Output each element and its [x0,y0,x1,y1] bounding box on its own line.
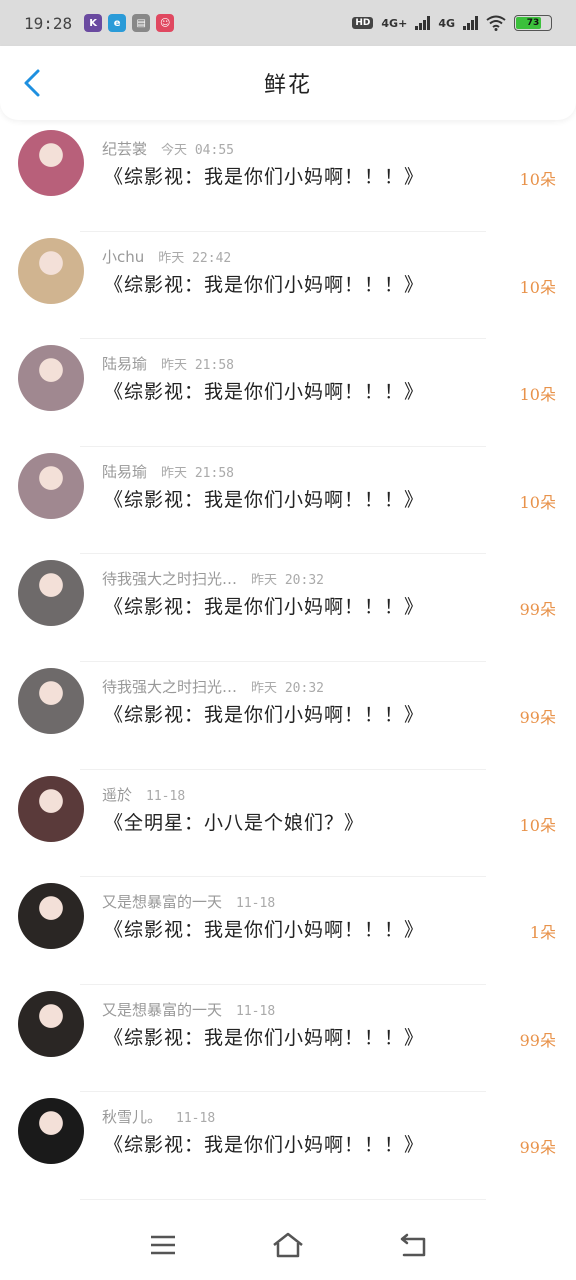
timestamp: 昨天 20:32 [251,680,324,696]
status-time: 19:28 [24,13,73,33]
user-name[interactable]: 小chu [102,248,144,266]
avatar[interactable] [18,237,84,304]
timestamp: 11-18 [236,896,276,912]
list-item[interactable]: 小chu 昨天 22:42 《综影视：我是你们小妈啊！！！》 10朵 [0,232,576,340]
user-name[interactable]: 纪芸裳 [102,140,147,158]
user-name[interactable]: 待我强大之时扫光… [102,678,237,696]
back-button[interactable] [16,66,48,100]
item-meta: 纪芸裳 今天 04:55 [102,138,234,159]
page-title: 鲜花 [263,73,312,98]
item-meta: 待我强大之时扫光… 昨天 20:32 [102,568,324,589]
menu-button[interactable] [143,1225,183,1265]
status-indicators: HD 4G+ 4G 73 [352,15,552,31]
avatar[interactable] [18,1098,84,1165]
flower-count: 99朵 [519,1138,556,1158]
flower-count: 99朵 [519,707,556,727]
book-title[interactable]: 《综影视：我是你们小妈啊！！！》 [104,377,424,404]
item-meta: 陆易瑜 昨天 21:58 [102,353,234,374]
user-name[interactable]: 又是想暴富的一天 [102,893,222,911]
item-meta: 小chu 昨天 22:42 [102,246,231,267]
list-item[interactable]: 秋雪儿。 11-18 《综影视：我是你们小妈啊！！！》 99朵 [0,1092,576,1200]
avatar[interactable] [18,990,84,1057]
user-name[interactable]: 遥於 [102,786,132,804]
flower-count: 1朵 [529,923,556,943]
list-item[interactable]: 陆易瑜 昨天 21:58 《综影视：我是你们小妈啊！！！》 10朵 [0,339,576,447]
home-icon [273,1232,303,1258]
list-item[interactable]: 又是想暴富的一天 11-18 《综影视：我是你们小妈啊！！！》 1朵 [0,877,576,985]
smile-app-icon: ☺ [156,14,175,32]
status-bar: 19:28 Ke ▤ ☺ HD 4G+ 4G 73 [0,0,576,46]
battery-icon: 73 [514,15,552,31]
list-item[interactable]: 纪芸裳 今天 04:55 《综影视：我是你们小妈啊！！！》 10朵 [0,124,576,232]
header: 鲜花 [0,46,576,120]
book-title[interactable]: 《综影视：我是你们小妈啊！！！》 [104,270,424,297]
flower-list: 纪芸裳 今天 04:55 《综影视：我是你们小妈啊！！！》 10朵 小chu 昨天 22:… [0,124,576,1200]
signal-icon-2 [463,16,478,30]
avatar[interactable] [18,775,84,842]
flower-count: 10朵 [519,277,556,297]
flower-count: 10朵 [519,385,556,405]
document-app-icon: ▤ [132,14,151,32]
navigation-bar [0,1210,576,1280]
item-meta: 又是想暴富的一天 11-18 [102,891,275,912]
flower-count: 10朵 [519,492,556,512]
timestamp: 昨天 20:32 [251,573,324,589]
timestamp: 昨天 21:58 [161,358,234,374]
avatar[interactable] [18,883,84,950]
book-title[interactable]: 《综影视：我是你们小妈啊！！！》 [104,1130,424,1157]
divider [80,1198,486,1200]
list-item[interactable]: 待我强大之时扫光… 昨天 20:32 《综影视：我是你们小妈啊！！！》 99朵 [0,662,576,770]
avatar[interactable] [18,560,84,627]
list-item[interactable]: 遥於 11-18 《全明星：小八是个娘们？》 10朵 [0,770,576,878]
item-meta: 待我强大之时扫光… 昨天 20:32 [102,676,324,697]
user-name[interactable]: 陆易瑜 [102,355,147,373]
book-title[interactable]: 《综影视：我是你们小妈啊！！！》 [104,485,424,512]
avatar[interactable] [18,452,84,519]
item-meta: 又是想暴富的一天 11-18 [102,999,275,1020]
browser-app-icon: e [108,14,127,32]
item-meta: 陆易瑜 昨天 21:58 [102,461,234,482]
menu-icon [150,1235,175,1255]
user-name[interactable]: 又是想暴富的一天 [102,1001,222,1019]
user-name[interactable]: 秋雪儿。 [102,1108,162,1126]
avatar[interactable] [18,345,84,412]
return-icon [401,1233,426,1257]
timestamp: 今天 04:55 [161,143,234,158]
item-meta: 秋雪儿。 11-18 [102,1106,215,1127]
wifi-icon [486,15,506,31]
network-label-1: 4G+ [381,16,408,30]
timestamp: 11-18 [236,1003,276,1019]
timestamp: 昨天 22:42 [158,250,232,266]
avatar[interactable] [18,130,84,196]
list-item[interactable]: 陆易瑜 昨天 21:58 《综影视：我是你们小妈啊！！！》 10朵 [0,447,576,555]
network-label-2: 4G [438,16,455,30]
list-item[interactable]: 又是想暴富的一天 11-18 《综影视：我是你们小妈啊！！！》 99朵 [0,985,576,1093]
list-item[interactable]: 待我强大之时扫光… 昨天 20:32 《综影视：我是你们小妈啊！！！》 99朵 [0,554,576,662]
timestamp: 昨天 21:58 [161,465,234,481]
timestamp: 11-18 [146,788,186,804]
flower-count: 99朵 [519,1030,556,1050]
item-meta: 遥於 11-18 [102,784,185,805]
k-app-icon: K [84,14,103,32]
hd-icon: HD [352,17,374,29]
timestamp: 11-18 [176,1111,216,1127]
book-title[interactable]: 《综影视：我是你们小妈啊！！！》 [104,162,424,189]
user-name[interactable]: 待我强大之时扫光… [102,570,237,588]
chevron-left-icon [24,69,40,97]
flower-count: 99朵 [519,600,556,620]
user-name[interactable]: 陆易瑜 [102,463,147,481]
flower-count: 10朵 [519,170,556,189]
battery-level: 73 [526,18,540,28]
book-title[interactable]: 《综影视：我是你们小妈啊！！！》 [104,700,424,727]
book-title[interactable]: 《全明星：小八是个娘们？》 [104,808,364,835]
flower-count: 10朵 [519,815,556,835]
book-title[interactable]: 《综影视：我是你们小妈啊！！！》 [104,592,424,619]
avatar[interactable] [18,667,84,734]
book-title[interactable]: 《综影视：我是你们小妈啊！！！》 [104,915,424,942]
return-button[interactable] [393,1225,433,1265]
book-title[interactable]: 《综影视：我是你们小妈啊！！！》 [104,1023,424,1050]
signal-icon [415,16,431,30]
home-button[interactable] [268,1225,308,1265]
notification-icons: Ke ▤ ☺ [84,14,175,32]
